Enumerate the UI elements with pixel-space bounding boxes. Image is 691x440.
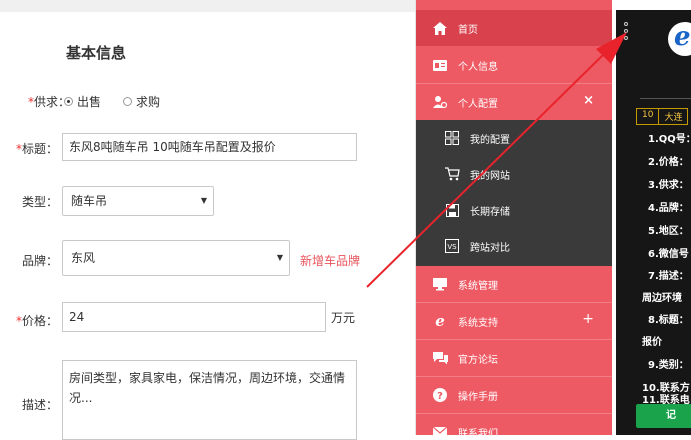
vs-icon: VS [444,238,460,254]
panel-line: 4.品牌： [648,203,689,214]
price-unit: 万元 [331,311,356,325]
submenu-item-my-site[interactable]: 我的网站 [416,156,612,192]
svg-text:VS: VS [447,243,457,251]
radio-buy-label: 求购 [136,95,161,109]
supply-option-buy[interactable]: 求购 [123,93,160,110]
more-options-icon[interactable] [624,22,630,43]
submenu-item-my-config[interactable]: 我的配置 [416,120,612,156]
price-label-text: 价格： [21,314,58,328]
ie-icon: e [435,312,445,330]
form-title: 基本信息 [66,44,127,62]
menu-item-manual-label: 操作手册 [458,391,498,403]
submenu-item-my-site-label: 我的网站 [470,170,510,182]
panel-badge-text: 大连 [659,108,689,125]
panel-line: 5.地区： [648,226,689,237]
menu-item-contact-label: 联系我们 [458,428,498,436]
menu-item-home[interactable]: 首页 [416,10,612,46]
supply-option-sell[interactable]: 出售 [64,93,101,110]
panel-line: 7.描述： [648,271,689,282]
submenu-item-my-config-label: 我的配置 [470,134,510,146]
menu-item-system-support[interactable]: e 系统支持 + [416,303,612,339]
help-icon: ? [432,387,448,403]
panel-action-button[interactable]: 记 [636,404,691,428]
svg-text:?: ? [437,391,443,402]
chat-icon [432,350,448,366]
mail-icon [432,424,448,435]
menu-item-config-label: 个人配置 [458,98,498,110]
menu-item-profile-label: 个人信息 [458,61,498,73]
top-strip [0,0,416,12]
cart-icon [444,166,460,182]
brand-select-value: 东风 [71,251,96,265]
save-icon [444,202,460,218]
menu-item-forum[interactable]: 官方论坛 [416,340,612,376]
menu-item-forum-label: 官方论坛 [458,354,498,366]
chevron-down-icon: ▼ [200,196,207,205]
menu-item-manual[interactable]: ? 操作手册 [416,377,612,413]
logo-e-icon: e [674,22,691,52]
basic-info-form: 基本信息 *供求： 出售 求购 *标题： 东风8吨随车吊 10吨随车吊配置及报价… [0,12,415,440]
menu-item-system-support-label: 系统支持 [458,317,498,329]
panel-line: 2.价格： [648,157,689,168]
menu-item-system-manage-label: 系统管理 [458,280,498,292]
title-input[interactable]: 东风8吨随车吊 10吨随车吊配置及报价 [62,133,357,161]
brand-label: 品牌： [21,254,58,268]
submenu-item-storage[interactable]: 长期存储 [416,192,612,228]
submenu-item-storage-label: 长期存储 [470,206,510,218]
radio-buy[interactable] [123,97,132,106]
grid-icon [444,130,460,146]
config-submenu: 我的配置 我的网站 长期存储 VS 跨站对比 [416,120,612,266]
panel-line: 9.类别： [648,360,689,371]
panel-line: 1.QQ号： [648,134,691,145]
panel-line: 报价 [642,337,662,348]
submenu-item-compare-label: 跨站对比 [470,242,510,254]
monitor-icon [432,276,448,292]
title-label: *标题： [0,140,58,157]
panel-line: 周边环境 [642,293,682,304]
radio-sell-label: 出售 [77,95,102,109]
panel-divider [640,98,691,99]
preview-panel: e 10 大连 1.QQ号： 2.价格： 3.供求： 4.品牌： 5.地区： 6… [616,10,691,435]
home-icon [432,20,448,36]
panel-badge-number: 10 [636,108,660,125]
brand-select[interactable]: 东风 ▼ [62,240,290,276]
type-label: 类型： [21,195,58,209]
id-card-icon [432,57,448,73]
chevron-down-icon: ▼ [276,253,283,262]
add-brand-link[interactable]: 新增车品牌 [300,252,360,269]
expand-icon[interactable]: + [582,311,594,327]
panel-line: 3.供求： [648,180,689,191]
panel-line: 6.微信号 [648,249,689,260]
user-config-icon [432,94,448,110]
description-line-1: 房间类型，家具家电，保洁情况，周边环境，交通情 [69,371,346,385]
supply-label: *供求： [12,93,70,110]
type-select-value: 随车吊 [71,194,108,208]
description-line-2: 况... [69,391,93,405]
description-label: 描述： [21,398,58,412]
title-label-text: 标题： [21,142,58,156]
menu-item-contact[interactable]: 联系我们 [416,414,612,435]
menu-item-home-label: 首页 [458,24,478,36]
menu-item-system-manage[interactable]: 系统管理 [416,266,612,302]
radio-sell[interactable] [64,97,73,106]
sidebar-menu: 首页 个人信息 个人配置 × 我的配置 我的网站 长期存储 VS 跨站对比 系统… [416,0,612,435]
panel-line: 8.标题： [648,315,689,326]
type-select[interactable]: 随车吊 ▼ [62,186,214,216]
close-icon[interactable]: × [583,93,594,108]
price-label: *价格： [0,312,58,329]
description-textarea[interactable]: 房间类型，家具家电，保洁情况，周边环境，交通情 况... [62,360,357,440]
menu-item-config[interactable]: 个人配置 × [416,84,612,120]
menu-item-profile[interactable]: 个人信息 [416,47,612,83]
panel-badge-row: 10 大连 [636,108,689,125]
submenu-item-compare[interactable]: VS 跨站对比 [416,228,612,264]
price-input[interactable]: 24 [62,302,326,332]
